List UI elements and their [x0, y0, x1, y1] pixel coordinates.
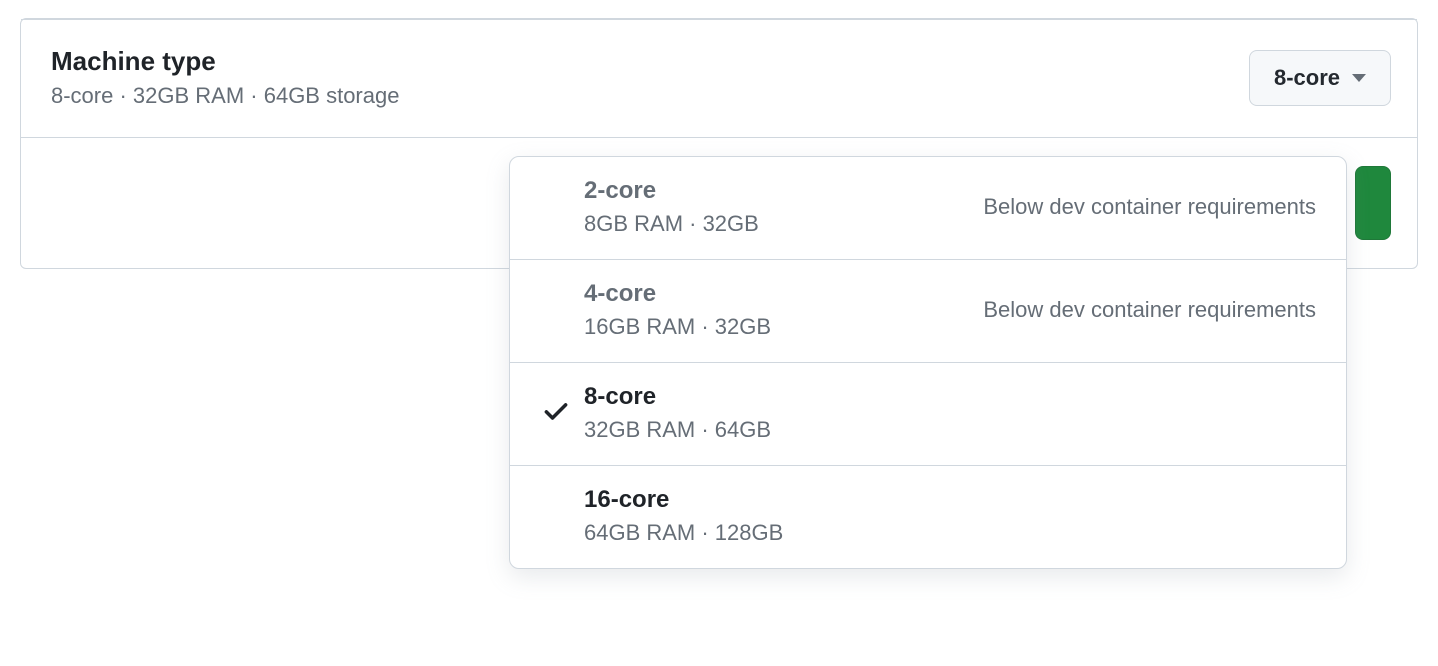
option-title: 8-core	[584, 383, 1316, 411]
check-icon	[542, 397, 570, 430]
option-sub: 64GB RAM · 128GB	[584, 520, 1316, 546]
machine-type-select-value: 8-core	[1274, 65, 1340, 91]
machine-type-label-block: Machine type 8-core · 32GB RAM · 64GB st…	[51, 46, 399, 109]
option-sub: 8GB RAM · 32GB	[584, 211, 983, 237]
machine-type-title: Machine type	[51, 46, 399, 77]
option-note: Below dev container requirements	[983, 194, 1322, 220]
option-title: 4-core	[584, 280, 983, 308]
machine-type-select-button[interactable]: 8-core	[1249, 50, 1391, 106]
machine-type-row: Machine type 8-core · 32GB RAM · 64GB st…	[21, 20, 1417, 138]
caret-down-icon	[1352, 74, 1366, 82]
option-note: Below dev container requirements	[983, 297, 1322, 323]
option-sub: 32GB RAM · 64GB	[584, 417, 1316, 443]
option-title: 2-core	[584, 177, 983, 205]
machine-option-4-core[interactable]: 4-core 16GB RAM · 32GB Below dev contain…	[510, 260, 1346, 363]
create-button[interactable]	[1355, 166, 1391, 240]
option-title: 16-core	[584, 486, 1316, 514]
machine-option-2-core[interactable]: 2-core 8GB RAM · 32GB Below dev containe…	[510, 157, 1346, 260]
machine-type-subtitle: 8-core · 32GB RAM · 64GB storage	[51, 83, 399, 109]
check-slot	[528, 397, 584, 430]
option-sub: 16GB RAM · 32GB	[584, 314, 983, 340]
machine-type-dropdown: 2-core 8GB RAM · 32GB Below dev containe…	[509, 156, 1347, 569]
machine-option-16-core[interactable]: 16-core 64GB RAM · 128GB	[510, 466, 1346, 568]
machine-option-8-core[interactable]: 8-core 32GB RAM · 64GB	[510, 363, 1346, 466]
